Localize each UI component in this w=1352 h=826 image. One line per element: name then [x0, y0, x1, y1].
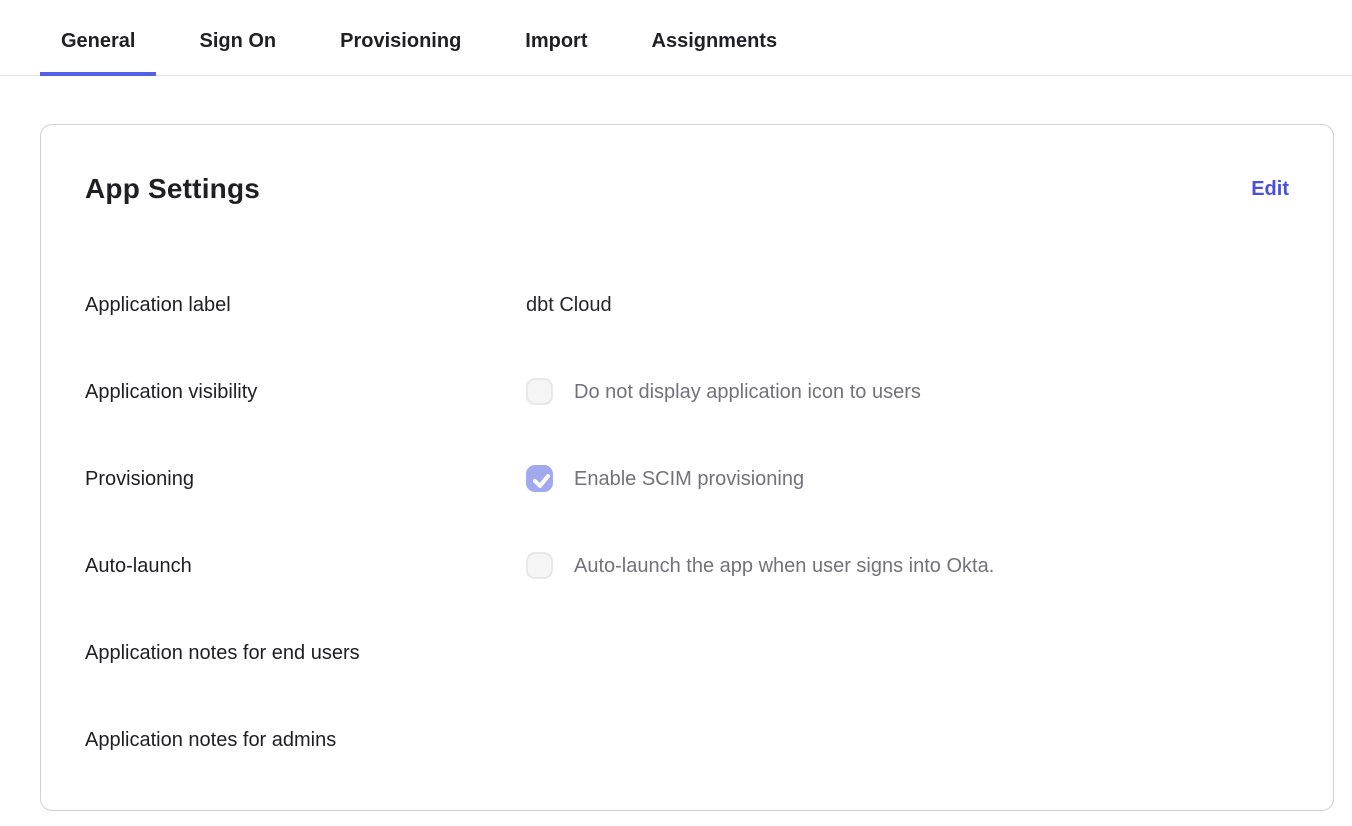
- application-label-value: dbt Cloud: [526, 293, 612, 317]
- visibility-checkbox[interactable]: [526, 378, 553, 405]
- tab-general[interactable]: General: [40, 4, 156, 75]
- row-notes-admins: Application notes for admins: [85, 728, 1289, 815]
- tab-sign-on[interactable]: Sign On: [178, 4, 297, 75]
- tab-provisioning[interactable]: Provisioning: [319, 4, 482, 75]
- row-provisioning: Provisioning Enable SCIM provisioning: [85, 467, 1289, 554]
- scim-provisioning-checkbox[interactable]: [526, 465, 553, 492]
- field-label: Auto-launch: [85, 554, 526, 578]
- tab-assignments[interactable]: Assignments: [631, 4, 799, 75]
- row-application-visibility: Application visibility Do not display ap…: [85, 380, 1289, 467]
- field-label: Application notes for end users: [85, 641, 526, 665]
- card-header: App Settings Edit: [85, 169, 1289, 209]
- app-tab-bar: General Sign On Provisioning Import Assi…: [0, 0, 1352, 76]
- field-label: Provisioning: [85, 467, 526, 491]
- checkmark-icon: [528, 467, 555, 494]
- app-settings-card: App Settings Edit Application label dbt …: [40, 124, 1334, 811]
- row-notes-end-users: Application notes for end users: [85, 641, 1289, 728]
- field-label: Application notes for admins: [85, 728, 526, 752]
- edit-button[interactable]: Edit: [1251, 169, 1289, 209]
- row-application-label: Application label dbt Cloud: [85, 293, 1289, 380]
- auto-launch-checkbox[interactable]: [526, 552, 553, 579]
- field-label: Application label: [85, 293, 526, 317]
- field-label: Application visibility: [85, 380, 526, 404]
- visibility-checkbox-label: Do not display application icon to users: [574, 380, 921, 404]
- auto-launch-checkbox-label: Auto-launch the app when user signs into…: [574, 554, 994, 578]
- scim-provisioning-checkbox-label: Enable SCIM provisioning: [574, 467, 804, 491]
- tab-import[interactable]: Import: [504, 4, 608, 75]
- settings-rows: Application label dbt Cloud Application …: [85, 293, 1289, 815]
- row-auto-launch: Auto-launch Auto-launch the app when use…: [85, 554, 1289, 641]
- card-title: App Settings: [85, 169, 260, 209]
